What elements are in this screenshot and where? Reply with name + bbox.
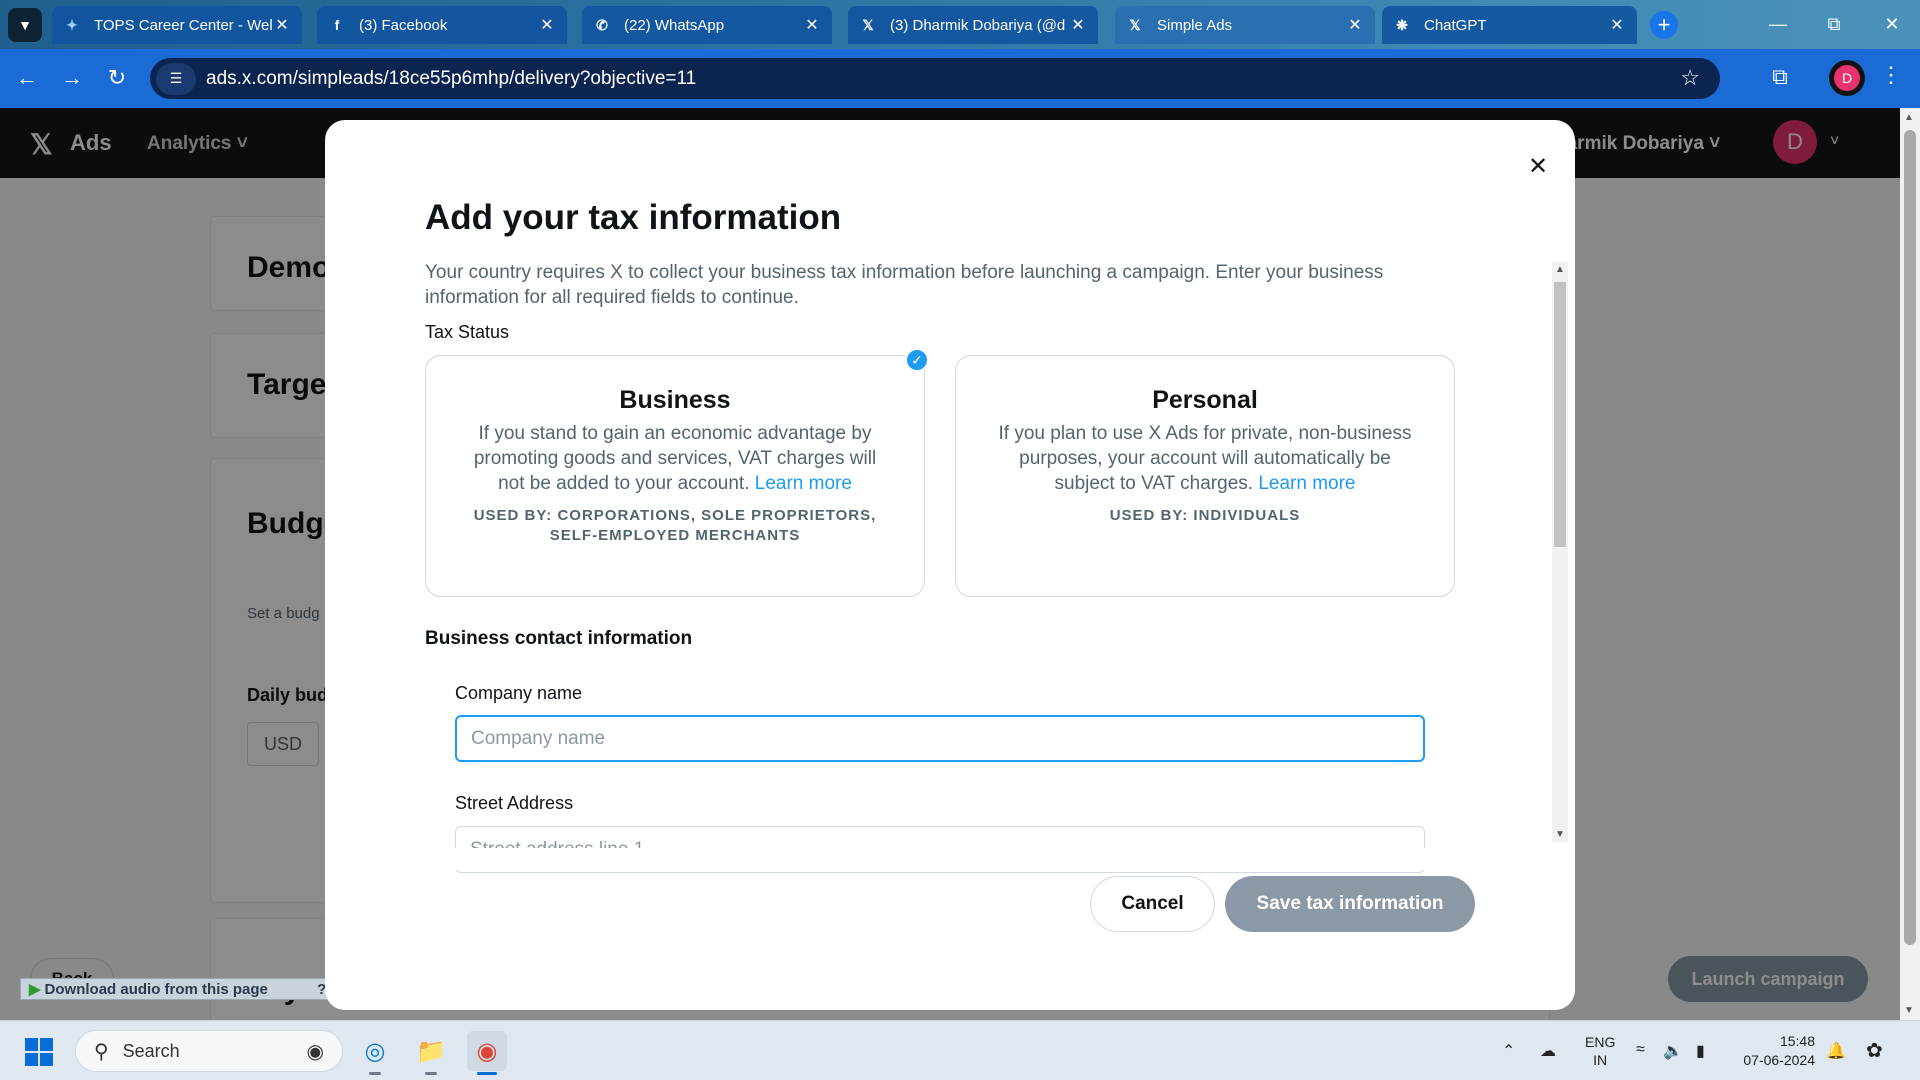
close-tab-icon[interactable]: ✕ [802, 15, 822, 35]
clock-time: 15:48 [1779, 1033, 1815, 1049]
tax-status-label: Tax Status [425, 322, 510, 342]
battery-icon[interactable]: ▮ [1696, 1041, 1705, 1061]
search-highlight-icon: ◉ [306, 1041, 324, 1063]
show-hidden-icons-icon[interactable]: ⌃ [1502, 1041, 1515, 1061]
tab-title: (3) Dharmik Dobariya (@d [890, 16, 1066, 34]
search-label: Search [122, 1040, 180, 1061]
tab-simple-ads[interactable]: 𝕏 Simple Ads ✕ [1115, 6, 1375, 44]
street-address-label: Street Address [455, 793, 574, 813]
option-title: Business [619, 386, 731, 414]
notification-bell-icon[interactable]: 🔔 [1826, 1041, 1846, 1061]
close-tab-icon[interactable]: ✕ [1068, 15, 1088, 35]
option-description: If you stand to gain an economic advanta… [473, 423, 877, 494]
edge-icon[interactable]: ◎ [355, 1031, 395, 1075]
onedrive-icon[interactable]: ☁ [1540, 1041, 1556, 1061]
clock-date: 07-06-2024 [1743, 1052, 1815, 1068]
windows-start-icon[interactable] [25, 1038, 53, 1066]
option-used-by: USED BY: CORPORATIONS, SOLE PROPRIETORS,… [473, 507, 877, 544]
copilot-icon[interactable]: ✿ [1866, 1038, 1883, 1063]
language-code: ENG [1585, 1034, 1616, 1050]
scroll-up-icon[interactable]: ▲ [1904, 112, 1914, 123]
scroll-up-icon[interactable]: ▲ [1555, 264, 1565, 275]
close-tab-icon[interactable]: ✕ [1607, 15, 1627, 35]
close-tab-icon[interactable]: ✕ [1345, 15, 1365, 35]
tab-title: (3) Facebook [359, 16, 448, 34]
close-tab-icon[interactable]: ✕ [537, 15, 557, 35]
scroll-down-icon[interactable]: ▼ [1555, 829, 1565, 840]
x-icon: 𝕏 [1129, 16, 1141, 33]
address-bar[interactable]: ☰ ads.x.com/simpleads/18ce55p6mhp/delive… [150, 58, 1720, 99]
restore-window-icon[interactable]: ⧉ [1806, 0, 1862, 49]
page-scrollbar-thumb[interactable] [1904, 130, 1916, 945]
close-window-icon[interactable]: ✕ [1864, 0, 1920, 49]
tax-info-modal: ✕ Add your tax information Your country … [325, 120, 1575, 1010]
language-indicator[interactable]: ENG IN [1585, 1033, 1615, 1069]
tab-whatsapp[interactable]: ✆ (22) WhatsApp ✕ [582, 6, 832, 44]
option-used-by: USED BY: INDIVIDUALS [1109, 507, 1301, 524]
profile-initial: D [1834, 65, 1860, 91]
cancel-button[interactable]: Cancel [1090, 876, 1215, 932]
scroll-clip [425, 848, 1545, 870]
forward-arrow-icon[interactable]: → [55, 61, 89, 95]
close-icon[interactable]: ✕ [1520, 148, 1556, 184]
profile-avatar[interactable]: D [1829, 60, 1865, 96]
browser-menu-icon[interactable]: ⋮ [1880, 62, 1902, 88]
search-icon: ⚲ [94, 1040, 109, 1063]
option-title: Personal [1152, 386, 1258, 414]
system-clock[interactable]: 15:48 07-06-2024 [1735, 1032, 1815, 1070]
tab-title: TOPS Career Center - Welc [94, 16, 272, 34]
url-text: ads.x.com/simpleads/18ce55p6mhp/delivery… [206, 67, 697, 89]
bookmark-star-icon[interactable]: ☆ [1680, 65, 1700, 91]
tab-tops[interactable]: ✦ TOPS Career Center - Welc ✕ [52, 6, 302, 44]
browser-toolbar: ← → ↻ ☰ ads.x.com/simpleads/18ce55p6mhp/… [0, 49, 1920, 108]
option-description: If you plan to use X Ads for private, no… [998, 423, 1412, 494]
tab-x-profile[interactable]: 𝕏 (3) Dharmik Dobariya (@d ✕ [848, 6, 1098, 44]
chatgpt-icon: ❋ [1396, 16, 1408, 33]
modal-scrollbar-thumb[interactable] [1554, 282, 1566, 547]
chrome-icon[interactable]: ◉ [467, 1031, 507, 1075]
volume-muted-icon[interactable]: 🔈 [1663, 1041, 1683, 1061]
browser-tab-strip: ▼ ✦ TOPS Career Center - Welc ✕ f (3) Fa… [0, 0, 1920, 49]
whatsapp-icon: ✆ [596, 16, 608, 33]
company-name-input[interactable] [455, 715, 1425, 762]
company-name-label: Company name [455, 683, 583, 703]
taskbar-search[interactable]: ⚲ Search ◉ [75, 1030, 343, 1072]
reload-icon[interactable]: ↻ [100, 61, 134, 95]
site-info-icon[interactable]: ☰ [156, 62, 196, 95]
wifi-icon[interactable]: ≈ [1636, 1041, 1645, 1059]
business-contact-heading: Business contact information [425, 628, 693, 649]
download-audio-text[interactable]: Download audio from this page [45, 981, 268, 998]
tab-search-button[interactable]: ▼ [8, 8, 42, 42]
business-tax-option[interactable]: Business If you stand to gain an economi… [425, 355, 925, 597]
page-scrollbar[interactable]: ▲ ▼ [1900, 108, 1920, 1020]
selected-check-icon: ✓ [905, 348, 929, 372]
file-explorer-icon[interactable]: 📁 [411, 1031, 451, 1075]
windows-taskbar: ⚲ Search ◉ ◎ 📁 ◉ ⌃ ☁ ENG IN ≈ 🔈 ▮ 15:48 … [0, 1020, 1920, 1080]
modal-description: Your country requires X to collect your … [425, 262, 1384, 308]
modal-title: Add your tax information [425, 198, 842, 237]
tab-chatgpt[interactable]: ❋ ChatGPT ✕ [1382, 6, 1637, 44]
download-audio-bar[interactable]: ▶ Download audio from this page ? × [20, 978, 346, 1000]
tab-title: (22) WhatsApp [624, 16, 725, 34]
facebook-icon: f [334, 17, 340, 33]
extensions-icon[interactable]: ⧉ [1765, 62, 1795, 92]
save-tax-information-button[interactable]: Save tax information [1225, 876, 1475, 932]
modal-scrollbar[interactable]: ▲ ▼ [1552, 262, 1568, 842]
new-tab-button[interactable]: + [1650, 11, 1678, 39]
scroll-down-icon[interactable]: ▼ [1904, 1005, 1914, 1016]
x-icon: 𝕏 [862, 16, 874, 33]
personal-tax-option[interactable]: Personal If you plan to use X Ads for pr… [955, 355, 1455, 597]
tops-favicon-icon: ✦ [66, 16, 78, 33]
learn-more-link[interactable]: Learn more [1258, 473, 1355, 494]
tab-facebook[interactable]: f (3) Facebook ✕ [317, 6, 567, 44]
play-icon: ▶ [29, 981, 41, 998]
tab-title: ChatGPT [1424, 16, 1487, 34]
tab-title: Simple Ads [1157, 16, 1233, 34]
close-tab-icon[interactable]: ✕ [272, 15, 292, 35]
back-arrow-icon[interactable]: ← [10, 61, 44, 95]
learn-more-link[interactable]: Learn more [755, 473, 852, 494]
minimize-window-icon[interactable]: — [1750, 0, 1806, 49]
region-code: IN [1593, 1052, 1608, 1068]
